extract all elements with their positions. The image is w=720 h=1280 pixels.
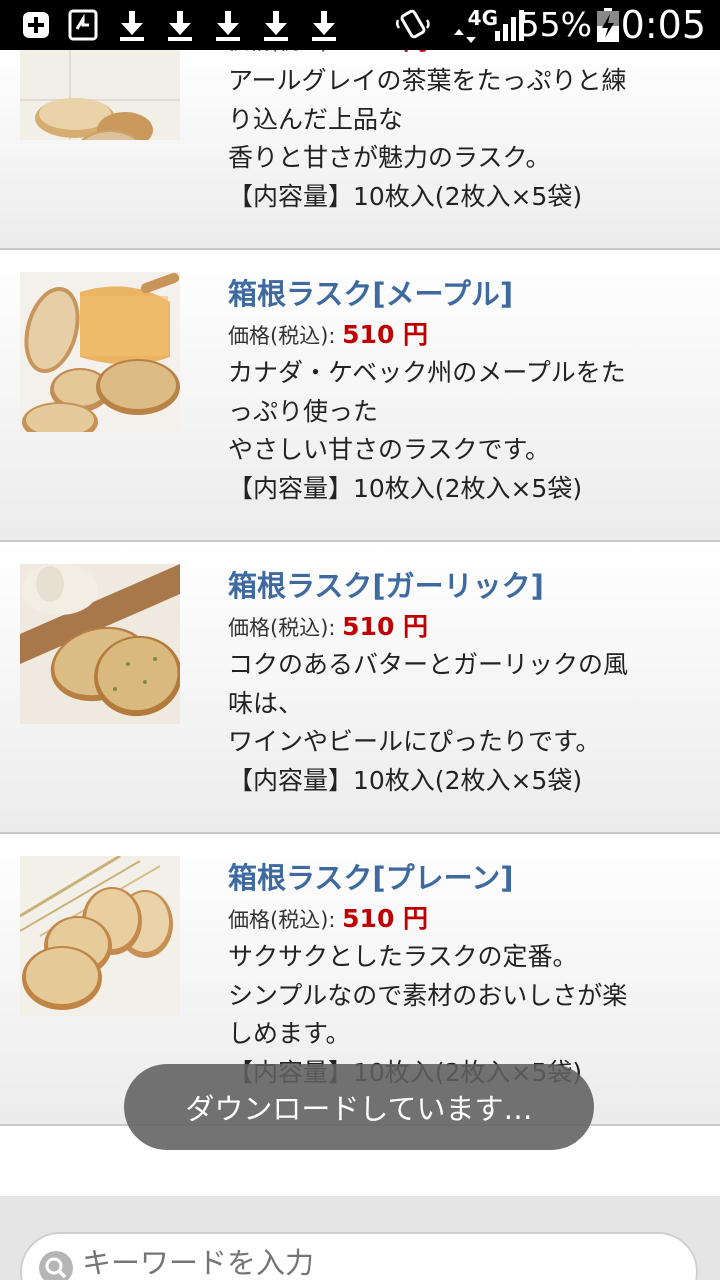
price-value: 510 円 [342,612,429,641]
description-line: っぷり使った [228,396,379,426]
price-value: 510 円 [342,320,429,349]
search-box[interactable] [20,1232,698,1280]
product-description: カナダ・ケベック州のメープルをた っぷり使った やさしい甘さのラスクです。 【内… [228,354,688,508]
product-image[interactable] [20,856,180,1016]
vibrate-icon [394,9,432,41]
product-item[interactable]: 価格(税込): 510 円 アールグレイの茶葉をたっぷりと練 り込んだ上品な 香… [0,0,720,250]
status-bar: 4G 55% 0:05 [0,0,720,50]
product-title-link[interactable]: 箱根ラスク[プレーン] [228,860,513,896]
price-row: 価格(税込): 510 円 [228,612,428,643]
description-line: サクサクとしたラスクの定番。 [228,942,578,971]
price-label: 価格(税込): [228,324,336,348]
product-description: コクのあるバターとガーリックの風 味は、 ワインやビールにぴったりです。 【内容… [228,646,688,800]
description-line: 味は、 [228,688,304,718]
download-icon [262,9,290,41]
product-title-link[interactable]: 箱根ラスク[メープル] [228,276,513,312]
product-image[interactable] [20,272,180,432]
price-label: 価格(税込): [228,616,336,640]
download-icon [166,9,194,41]
price-value: 510 円 [342,904,429,933]
price-label: 価格(税込): [228,908,336,932]
description-line: アールグレイの茶葉をたっぷりと練 [228,66,627,95]
search-icon [38,1250,74,1280]
description-line: 香りと甘さが魅力のラスク。 [228,143,551,172]
product-item[interactable]: 箱根ラスク[メープル] 価格(税込): 510 円 カナダ・ケベック州のメープル… [0,250,720,542]
battery-charging-icon [596,8,620,42]
download-icon [310,9,338,41]
description-line: 【内容量】10枚入(2枚入×5袋) [228,181,583,211]
price-row: 価格(税込): 510 円 [228,320,428,351]
product-title-link[interactable]: 箱根ラスク[ガーリック] [228,568,544,604]
description-line: 【内容量】10枚入(2枚入×5袋) [228,765,583,795]
search-input[interactable] [82,1246,642,1280]
download-icon [214,9,242,41]
description-line: シンプルなので素材のおいしさが楽 [228,980,628,1010]
transfer-icon [68,9,98,41]
download-toast: ダウンロードしています… [124,1064,594,1150]
description-line: やさしい甘さのラスクです。 [228,435,551,464]
product-image[interactable] [20,564,180,724]
description-line: カナダ・ケベック州のメープルをた [228,358,626,387]
add-notification-icon [22,9,50,41]
description-line: 【内容量】10枚入(2枚入×5袋) [228,473,583,503]
product-description: アールグレイの茶葉をたっぷりと練 り込んだ上品な 香りと甘さが魅力のラスク。 【… [228,62,688,216]
description-line: コクのあるバターとガーリックの風 [228,650,629,679]
battery-percent: 55% [518,5,592,44]
description-line: り込んだ上品な [228,104,404,134]
product-item[interactable]: 箱根ラスク[ガーリック] 価格(税込): 510 円 コクのあるバターとガーリッ… [0,542,720,834]
description-line: しめます。 [228,1019,351,1048]
data-arrows-icon [452,28,478,44]
download-icon [118,9,146,41]
price-row: 価格(税込): 510 円 [228,904,428,935]
description-line: ワインやビールにぴったりです。 [228,727,601,756]
clock: 0:05 [620,3,706,47]
